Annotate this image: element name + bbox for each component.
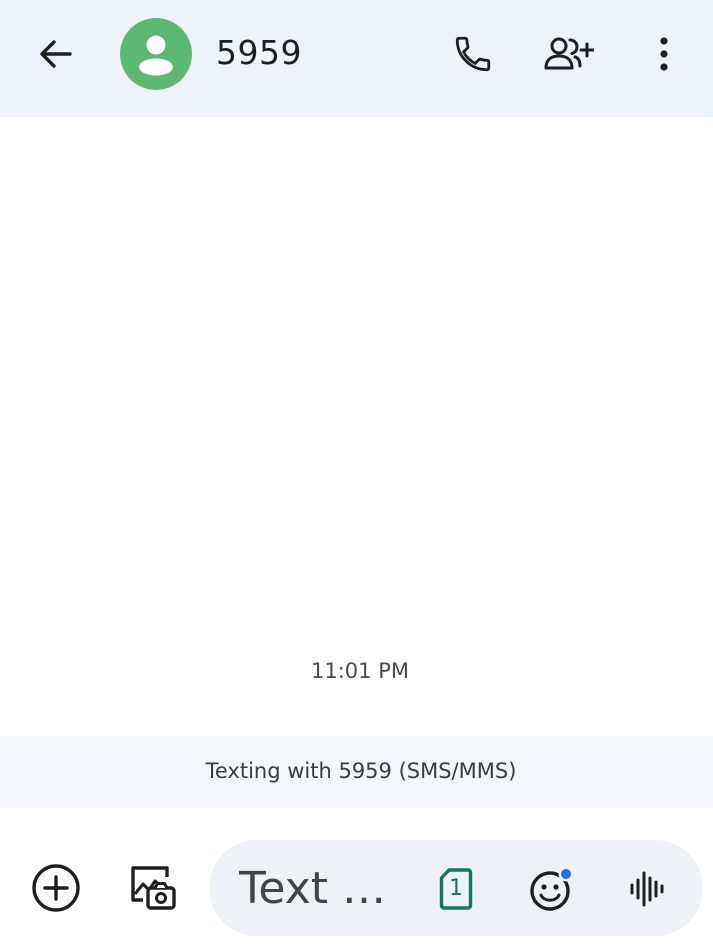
contact-name[interactable]: 5959: [216, 32, 302, 74]
voice-wave-icon: [630, 871, 664, 907]
sms-info-text: Texting with 5959 (SMS/MMS): [205, 759, 517, 783]
call-button[interactable]: [446, 28, 500, 80]
more-vert-icon: [660, 37, 668, 71]
conversation-header: 5959: [0, 0, 713, 117]
conversation-area: [0, 117, 713, 736]
back-button[interactable]: [26, 28, 86, 80]
emoji-button[interactable]: [527, 864, 577, 914]
add-circle-icon: [32, 864, 80, 912]
phone-icon: [455, 36, 491, 72]
sim-number: 1: [449, 876, 463, 901]
gallery-button[interactable]: [122, 858, 182, 918]
sim-selector-button[interactable]: 1: [435, 864, 477, 914]
emoji-icon: [530, 866, 574, 911]
arrow-back-icon: [40, 40, 72, 68]
message-timestamp: 11:01 PM: [311, 659, 409, 683]
more-options-button[interactable]: [644, 28, 684, 80]
person-icon: [139, 35, 173, 76]
compose-bar: 1: [209, 840, 703, 936]
contact-avatar[interactable]: [120, 18, 192, 90]
add-attachment-button[interactable]: [26, 858, 86, 918]
gallery-camera-icon: [131, 866, 176, 910]
voice-message-button[interactable]: [623, 864, 673, 914]
message-input[interactable]: [239, 860, 404, 916]
sms-info-bar: Texting with 5959 (SMS/MMS): [0, 736, 713, 808]
add-contact-button[interactable]: [538, 28, 598, 80]
person-add-icon: [544, 37, 594, 70]
